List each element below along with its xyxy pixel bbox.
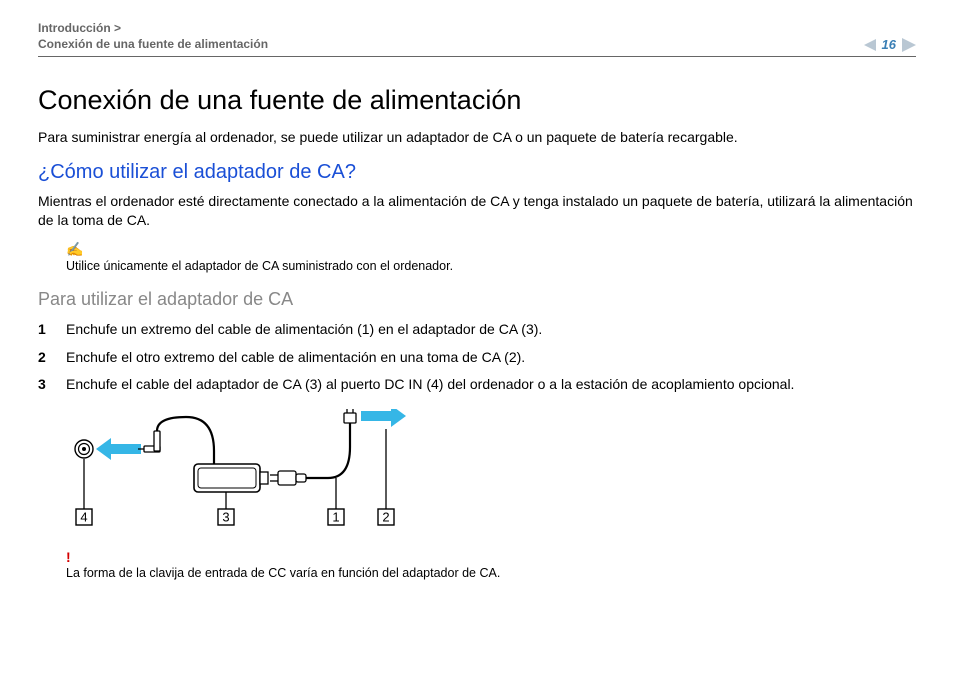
arrow-to-outlet-icon — [361, 409, 406, 427]
warning-icon: ! — [66, 550, 916, 564]
step-text: Enchufe un extremo del cable de alimenta… — [66, 320, 542, 340]
callout-2: 2 — [382, 509, 389, 524]
wall-plug-icon — [344, 409, 356, 423]
warning-block: ! La forma de la clavija de entrada de C… — [66, 550, 916, 582]
step-number: 2 — [38, 348, 66, 368]
step-number: 1 — [38, 320, 66, 340]
step-text: Enchufe el cable del adaptador de CA (3)… — [66, 375, 794, 395]
prev-page-icon[interactable] — [864, 39, 876, 51]
arrow-to-dc-in-icon — [96, 438, 141, 460]
power-cord — [306, 420, 350, 478]
callout-4: 4 — [80, 509, 87, 524]
note-block: ✍ Utilice únicamente el adaptador de CA … — [66, 244, 916, 275]
note-icon: ✍ — [66, 244, 916, 258]
page-nav: 16 — [864, 37, 916, 52]
ac-usage-paragraph: Mientras el ordenador esté directamente … — [38, 192, 916, 230]
callout-3: 3 — [222, 509, 229, 524]
warning-text: La forma de la clavija de entrada de CC … — [66, 566, 500, 580]
connection-diagram: 4 3 1 2 — [66, 409, 916, 544]
intro-paragraph: Para suministrar energía al ordenador, s… — [38, 128, 916, 147]
dc-in-port-icon — [75, 440, 93, 458]
page: Introducción > Conexión de una fuente de… — [0, 0, 954, 674]
dc-plug-icon — [138, 431, 160, 452]
step-number: 3 — [38, 375, 66, 395]
note-text: Utilice únicamente el adaptador de CA su… — [66, 259, 453, 273]
subheading-how-to-use: ¿Cómo utilizar el adaptador de CA? — [38, 161, 916, 184]
step-item: 3 Enchufe el cable del adaptador de CA (… — [38, 375, 916, 395]
step-text: Enchufe el otro extremo del cable de ali… — [66, 348, 525, 368]
page-title: Conexión de una fuente de alimentación — [38, 85, 916, 116]
power-cord-plug-icon — [270, 471, 306, 485]
page-number: 16 — [882, 37, 896, 52]
steps-list: 1 Enchufe un extremo del cable de alimen… — [38, 320, 916, 395]
callout-1: 1 — [332, 509, 339, 524]
step-item: 1 Enchufe un extremo del cable de alimen… — [38, 320, 916, 340]
next-page-icon[interactable] — [902, 38, 916, 52]
dc-cable — [157, 417, 214, 464]
ac-adapter-icon — [194, 464, 268, 492]
breadcrumb: Introducción > Conexión de una fuente de… — [38, 20, 268, 52]
breadcrumb-line1: Introducción > — [38, 21, 121, 35]
step-item: 2 Enchufe el otro extremo del cable de a… — [38, 348, 916, 368]
subheading-steps: Para utilizar el adaptador de CA — [38, 289, 916, 310]
breadcrumb-line2: Conexión de una fuente de alimentación — [38, 37, 268, 51]
header: Introducción > Conexión de una fuente de… — [38, 20, 916, 57]
